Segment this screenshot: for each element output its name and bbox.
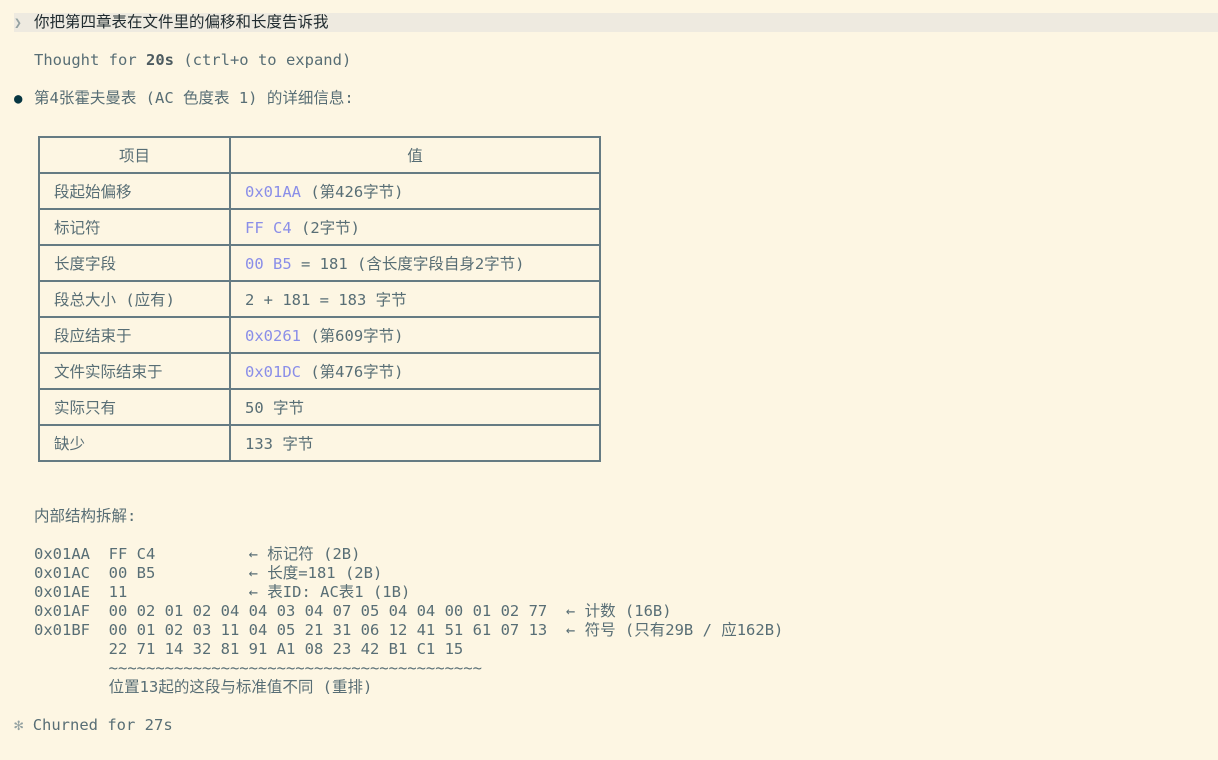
hex-dump-line: 0x01AF 00 02 01 02 04 04 03 04 07 05 04 … [34,602,672,620]
table-row: 长度字段 00 B5 = 181 (含长度字段自身2字节) [38,244,601,282]
table-row: 段起始偏移 0x01AA (第426字节) [38,172,601,210]
prompt-text: 你把第四章表在文件里的偏移和长度告诉我 [34,13,329,31]
row-value: 0x0261 (第609字节) [229,316,601,354]
row-value: 50 字节 [229,388,601,426]
row-value: 0x01AA (第426字节) [229,172,601,210]
value-text: 133 字节 [245,435,314,453]
row-label: 段总大小 (应有) [38,280,231,318]
row-label: 长度字段 [38,244,231,282]
asterisk-icon: ✻ [14,716,24,734]
chevron-right-icon: ❯ [14,16,22,31]
hex-value: 0x01DC [245,363,301,381]
table-row: 缺少 133 字节 [38,424,601,462]
table-row: 段总大小 (应有) 2 + 181 = 183 字节 [38,280,601,318]
info-table: 项目 值 段起始偏移 0x01AA (第426字节) 标记符 FF C4 (2字… [38,136,601,462]
value-text: (2字节) [291,219,360,237]
row-label: 段起始偏移 [38,172,231,210]
response-heading-line: ● 第4张霍夫曼表 (AC 色度表 1) 的详细信息: [14,89,354,109]
value-text: 50 字节 [245,399,304,417]
table-row: 文件实际结束于 0x01DC (第476字节) [38,352,601,390]
value-text: 2 + 181 = 183 字节 [245,291,407,309]
row-value: 0x01DC (第476字节) [229,352,601,390]
response-heading: 第4张霍夫曼表 (AC 色度表 1) 的详细信息: [34,89,354,107]
value-text: (第609字节) [301,327,404,345]
value-text: (第476字节) [301,363,404,381]
row-label: 标记符 [38,208,231,246]
header-value: 值 [229,136,601,174]
table-row: 段应结束于 0x0261 (第609字节) [38,316,601,354]
row-value: FF C4 (2字节) [229,208,601,246]
row-label: 文件实际结束于 [38,352,231,390]
hex-dump-line: 0x01AE 11 ← 表ID: AC表1 (1B) [34,583,411,601]
hex-value: FF C4 [245,219,292,237]
bullet-icon: ● [14,91,23,107]
hex-dump-note: 位置13起的这段与标准值不同 (重排) [34,678,373,696]
table-row: 标记符 FF C4 (2字节) [38,208,601,246]
breakdown-title: 内部结构拆解: [34,507,137,525]
hex-dump-line: 0x01AA FF C4 ← 标记符 (2B) [34,545,361,563]
value-text: (第426字节) [301,183,404,201]
table-row: 实际只有 50 字节 [38,388,601,426]
row-value: 2 + 181 = 183 字节 [229,280,601,318]
row-value: 133 字节 [229,424,601,462]
thought-toggle[interactable]: Thought for 20s (ctrl+o to expand) [34,51,351,70]
thought-prefix: Thought for [34,51,146,69]
thought-suffix: (ctrl+o to expand) [173,51,352,69]
table-header-row: 项目 值 [38,136,601,174]
hex-value: 0x0261 [245,327,301,345]
header-item: 项目 [38,136,231,174]
hex-value: 0x01AA [245,183,301,201]
thought-duration: 20s [145,51,174,69]
hex-dump-line: 0x01BF 00 01 02 03 11 04 05 21 31 06 12 … [34,621,784,639]
row-label: 段应结束于 [38,316,231,354]
user-prompt: ❯ 你把第四章表在文件里的偏移和长度告诉我 [14,13,1218,32]
hex-value: 00 B5 [245,255,292,273]
row-value: 00 B5 = 181 (含长度字段自身2字节) [229,244,601,282]
status-line: ✻ Churned for 27s [14,716,173,735]
status-text: Churned for 27s [32,716,173,734]
hex-dump-line: 22 71 14 32 81 91 A1 08 23 42 B1 C1 15 [34,640,464,658]
hex-dump-underline: ~~~~~~~~~~~~~~~~~~~~~~~~~~~~~~~~~~~~~~~~ [34,659,482,677]
row-label: 缺少 [38,424,231,462]
row-label: 实际只有 [38,388,231,426]
hex-dump-line: 0x01AC 00 B5 ← 长度=181 (2B) [34,564,383,582]
value-text: = 181 (含长度字段自身2字节) [291,255,525,273]
